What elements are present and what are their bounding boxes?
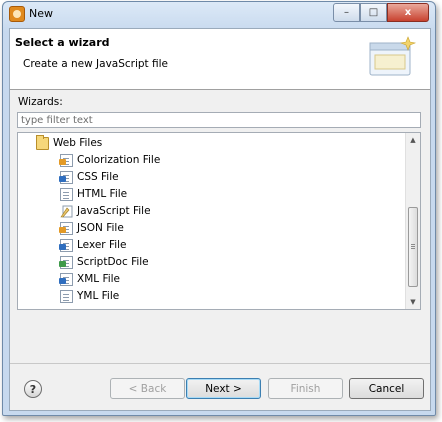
tree-item-label: Colorization File: [77, 154, 161, 166]
page-description: Create a new JavaScript file: [23, 58, 169, 70]
tree-item[interactable]: CSS File: [59, 169, 119, 185]
tree-item-label: ScriptDoc File: [77, 256, 149, 268]
window-title: New: [29, 7, 53, 20]
javascript-file-icon: [60, 205, 73, 217]
tree-item-label: XML File: [77, 273, 121, 285]
folder-open-icon: [36, 134, 49, 150]
close-button[interactable]: x: [387, 3, 429, 22]
filter-input[interactable]: [17, 112, 421, 128]
page-title: Select a wizard: [15, 36, 110, 49]
maximize-icon: □: [368, 7, 379, 18]
window-controls: – □ x: [333, 3, 429, 22]
tree-folder-web-files[interactable]: Web Files: [36, 134, 103, 151]
scrollbar-thumb[interactable]: [408, 207, 418, 287]
tree-item[interactable]: JSON File: [59, 220, 124, 236]
tree-folder-label: Web Files: [53, 137, 103, 149]
new-wizard-window: New – □ x Select a wizard Create a new J…: [2, 1, 436, 416]
maximize-button[interactable]: □: [360, 3, 387, 22]
tree-item-label: CSS File: [77, 171, 119, 183]
tree-item-label: JSON File: [77, 222, 124, 234]
tree-item-label: YML File: [77, 290, 120, 302]
tree-item[interactable]: ScriptDoc File: [59, 254, 149, 270]
tree-item[interactable]: HTML File: [60, 186, 127, 202]
separator: [10, 363, 430, 364]
help-icon: ?: [29, 382, 37, 396]
help-button[interactable]: ?: [24, 380, 42, 398]
wizard-header: Select a wizard Create a new JavaScript …: [10, 29, 430, 90]
minimize-icon: –: [344, 7, 349, 18]
minimize-button[interactable]: –: [333, 3, 360, 22]
tree-item[interactable]: Lexer File: [59, 237, 127, 253]
tree-item-label: JavaScript File: [77, 205, 151, 217]
tree-item[interactable]: XML File: [59, 271, 121, 287]
html-file-icon: [60, 187, 73, 201]
tree-item[interactable]: YML File: [60, 288, 119, 304]
wizards-label: Wizards:: [18, 96, 63, 108]
scroll-down-arrow-icon[interactable]: ▼: [406, 295, 420, 309]
lexer-file-icon: [59, 238, 73, 252]
css-file-icon: [59, 170, 73, 184]
tree-item-label: Lexer File: [77, 239, 127, 251]
colorization-file-icon: [59, 153, 73, 167]
tree-item[interactable]: Colorization File: [59, 152, 161, 168]
json-file-icon: [59, 221, 73, 235]
tree-item-label: HTML File: [77, 188, 128, 200]
vertical-scrollbar[interactable]: ▲ ▼: [405, 133, 420, 309]
back-button[interactable]: < Back: [110, 378, 185, 399]
scriptdoc-file-icon: [59, 255, 73, 269]
wizard-tree[interactable]: Web Files Colorization File CSS File HTM…: [17, 132, 421, 310]
next-button[interactable]: Next >: [186, 378, 261, 399]
title-bar[interactable]: New – □ x: [3, 2, 435, 26]
cancel-button[interactable]: Cancel: [349, 378, 424, 399]
tree-item-selected[interactable]: JavaScript File: [60, 203, 151, 219]
scroll-up-arrow-icon[interactable]: ▲: [406, 133, 420, 147]
app-icon: [9, 6, 25, 22]
xml-file-icon: [59, 272, 73, 286]
finish-button[interactable]: Finish: [268, 378, 343, 399]
yml-file-icon: [60, 289, 73, 303]
wizard-banner-icon: [369, 36, 417, 76]
dialog-client-area: Select a wizard Create a new JavaScript …: [9, 28, 431, 411]
close-icon: x: [404, 7, 412, 18]
